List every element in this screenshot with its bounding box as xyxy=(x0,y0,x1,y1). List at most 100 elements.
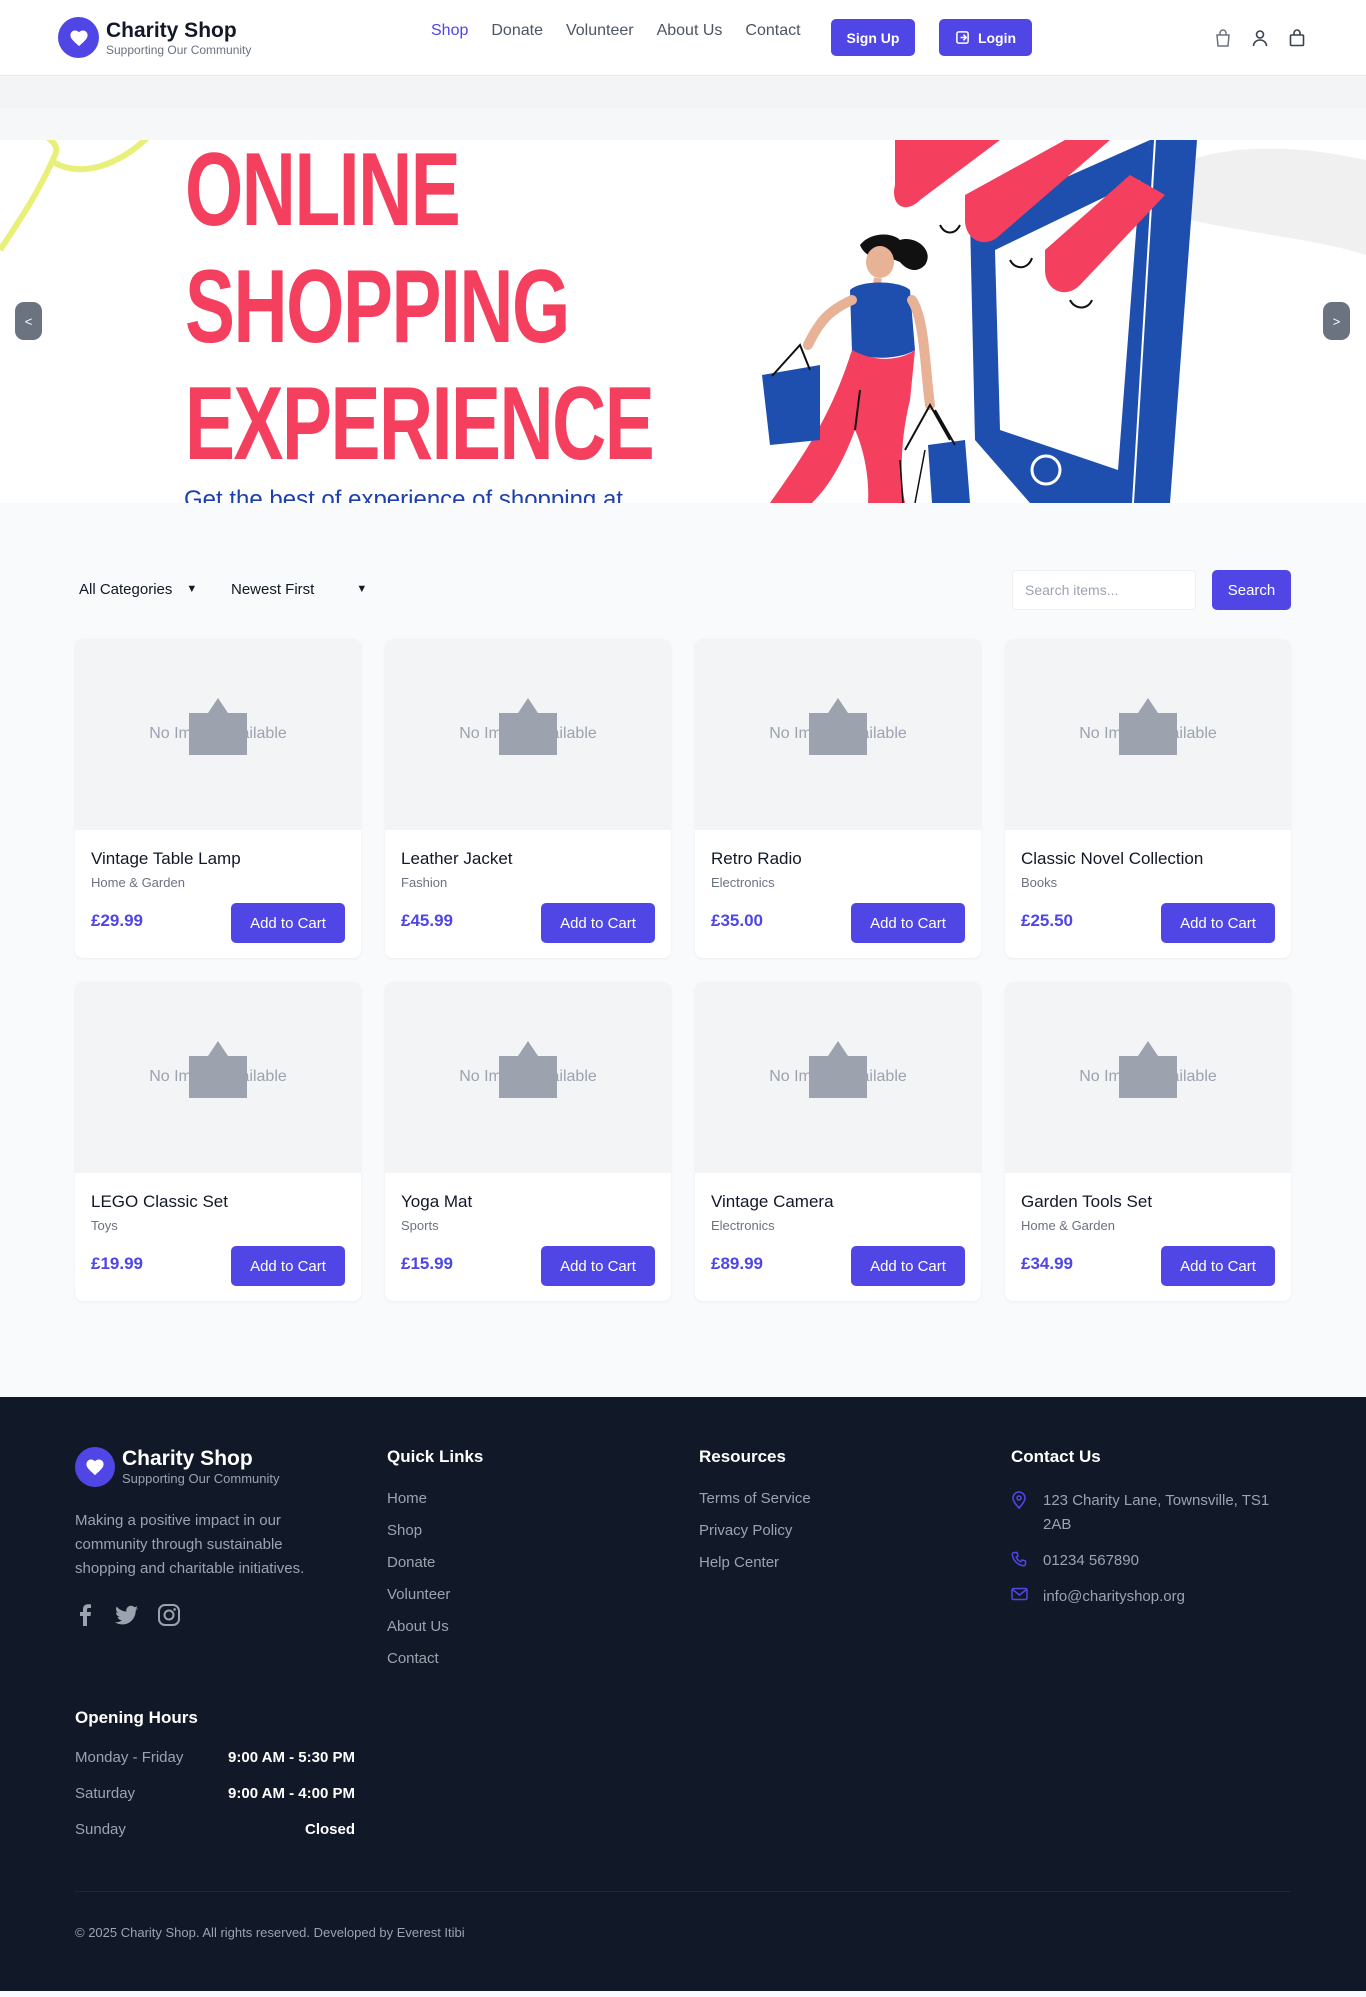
footer-link-shop[interactable]: Shop xyxy=(387,1521,450,1541)
product-price: £35.00 xyxy=(711,911,763,930)
add-to-cart-button[interactable]: Add to Cart xyxy=(231,1246,345,1286)
footer-link-contact[interactable]: Contact xyxy=(387,1649,450,1669)
product-card[interactable]: No Image Available LEGO Classic Set Toys… xyxy=(75,982,361,1301)
map-pin-icon xyxy=(1011,1489,1029,1537)
product-category: Sports xyxy=(401,1218,439,1233)
add-to-cart-button[interactable]: Add to Cart xyxy=(851,903,965,943)
instagram-icon[interactable] xyxy=(157,1603,181,1627)
hero-title-line: SHOPPING xyxy=(185,249,570,365)
brand-name: Charity Shop xyxy=(106,18,237,42)
add-to-cart-button[interactable]: Add to Cart xyxy=(541,903,655,943)
product-name[interactable]: Classic Novel Collection xyxy=(1021,849,1203,869)
image-placeholder-icon xyxy=(499,1041,557,1098)
footer-link-about-us[interactable]: About Us xyxy=(387,1617,450,1637)
carousel-next-button[interactable]: > xyxy=(1323,302,1350,340)
product-category: Home & Garden xyxy=(91,875,185,890)
hero-title: ONLINE SHOPPING EXPERIENCE xyxy=(185,140,655,483)
category-select[interactable]: All Categories ▼ xyxy=(79,576,197,602)
footer-link-donate[interactable]: Donate xyxy=(387,1553,450,1573)
image-placeholder-icon xyxy=(499,698,557,755)
sort-select-value: Newest First xyxy=(231,580,315,598)
site-footer: Charity Shop Supporting Our Community Ma… xyxy=(0,1397,1366,1991)
add-to-cart-button[interactable]: Add to Cart xyxy=(1161,903,1275,943)
brand[interactable]: Charity Shop Supporting Our Community xyxy=(58,17,251,58)
shopping-bag-icon[interactable] xyxy=(1212,27,1234,49)
product-name[interactable]: Vintage Table Lamp xyxy=(91,849,241,869)
login-button[interactable]: Login xyxy=(939,19,1032,56)
footer-brand[interactable]: Charity Shop Supporting Our Community xyxy=(75,1447,280,1487)
add-to-cart-button[interactable]: Add to Cart xyxy=(1161,1246,1275,1286)
nav-volunteer[interactable]: Volunteer xyxy=(566,20,634,42)
product-card[interactable]: No Image Available Retro Radio Electroni… xyxy=(695,639,981,958)
footer-link-volunteer[interactable]: Volunteer xyxy=(387,1585,450,1605)
product-name[interactable]: Garden Tools Set xyxy=(1021,1192,1152,1212)
facebook-icon[interactable] xyxy=(75,1603,97,1627)
contact-phone: 01234 567890 xyxy=(1011,1549,1283,1573)
phone-text[interactable]: 01234 567890 xyxy=(1043,1549,1283,1573)
product-card[interactable]: No Image Available Garden Tools Set Home… xyxy=(1005,982,1291,1301)
hero-carousel: ONLINE SHOPPING EXPERIENCE Get the best … xyxy=(0,140,1366,503)
resources-list: Terms of Service Privacy Policy Help Cen… xyxy=(699,1489,811,1585)
footer-link-home[interactable]: Home xyxy=(387,1489,450,1509)
product-image-placeholder: No Image Available xyxy=(75,982,361,1173)
social-links xyxy=(75,1603,181,1627)
twitter-icon[interactable] xyxy=(115,1603,139,1627)
login-icon xyxy=(956,31,969,44)
nav-about-us[interactable]: About Us xyxy=(657,20,723,42)
footer-description: Making a positive impact in our communit… xyxy=(75,1512,305,1577)
add-to-cart-button[interactable]: Add to Cart xyxy=(231,903,345,943)
nav-contact[interactable]: Contact xyxy=(745,20,800,42)
product-card[interactable]: No Image Available Vintage Camera Electr… xyxy=(695,982,981,1301)
sign-up-button[interactable]: Sign Up xyxy=(831,19,915,56)
hours-time: Closed xyxy=(304,1821,355,1838)
cart-icon[interactable] xyxy=(1286,27,1308,49)
product-card[interactable]: No Image Available Yoga Mat Sports £15.9… xyxy=(385,982,671,1301)
quick-links-list: Home Shop Donate Volunteer About Us Cont… xyxy=(387,1489,450,1681)
product-name[interactable]: Retro Radio xyxy=(711,849,802,869)
footer-link-privacy[interactable]: Privacy Policy xyxy=(699,1521,811,1541)
footer-link-terms[interactable]: Terms of Service xyxy=(699,1489,811,1509)
product-price: £15.99 xyxy=(401,1254,453,1273)
address-text: 123 Charity Lane, Townsville, TS1 2AB xyxy=(1043,1492,1270,1533)
product-name[interactable]: Yoga Mat xyxy=(401,1192,472,1212)
product-name[interactable]: Vintage Camera xyxy=(711,1192,834,1212)
site-header: Charity Shop Supporting Our Community Sh… xyxy=(0,0,1366,76)
search-input[interactable] xyxy=(1012,570,1196,610)
product-card[interactable]: No Image Available Classic Novel Collect… xyxy=(1005,639,1291,958)
category-select-value: All Categories xyxy=(79,580,173,598)
carousel-prev-button[interactable]: < xyxy=(15,302,42,340)
product-card[interactable]: No Image Available Vintage Table Lamp Ho… xyxy=(75,639,361,958)
copyright-text: © 2025 Charity Shop. All rights reserved… xyxy=(75,1925,465,1940)
quick-links-heading: Quick Links xyxy=(387,1447,484,1466)
product-image-placeholder: No Image Available xyxy=(75,639,361,830)
hours-time: 9:00 AM - 5:30 PM xyxy=(228,1749,355,1766)
chevron-down-icon: ▼ xyxy=(186,583,198,595)
image-placeholder-icon xyxy=(809,698,867,755)
search-button[interactable]: Search xyxy=(1212,570,1291,610)
product-image-placeholder: No Image Available xyxy=(385,982,671,1173)
hero-subtitle: Get the best of experience of shopping a… xyxy=(184,486,623,503)
contact-email: info@charityshop.org xyxy=(1011,1585,1283,1609)
footer-divider xyxy=(75,1891,1291,1892)
product-category: Home & Garden xyxy=(1021,1218,1115,1233)
product-price: £19.99 xyxy=(91,1254,143,1273)
product-category: Electronics xyxy=(711,1218,775,1233)
product-image-placeholder: No Image Available xyxy=(695,639,981,830)
footer-link-help-center[interactable]: Help Center xyxy=(699,1553,811,1573)
user-icon[interactable] xyxy=(1249,27,1271,49)
add-to-cart-button[interactable]: Add to Cart xyxy=(541,1246,655,1286)
product-name[interactable]: Leather Jacket xyxy=(401,849,513,869)
product-card[interactable]: No Image Available Leather Jacket Fashio… xyxy=(385,639,671,958)
contact-heading: Contact Us xyxy=(1011,1447,1101,1466)
hours-day: Sunday xyxy=(75,1821,126,1838)
email-text[interactable]: info@charityshop.org xyxy=(1043,1585,1283,1609)
nav-donate[interactable]: Donate xyxy=(491,20,543,42)
login-label: Login xyxy=(977,29,1017,46)
product-image-placeholder: No Image Available xyxy=(385,639,671,830)
product-name[interactable]: LEGO Classic Set xyxy=(91,1192,228,1212)
image-placeholder-icon xyxy=(1119,698,1177,755)
nav-shop[interactable]: Shop xyxy=(431,20,468,42)
sort-select[interactable]: Newest First ▼ xyxy=(231,576,367,602)
image-placeholder-icon xyxy=(189,698,247,755)
add-to-cart-button[interactable]: Add to Cart xyxy=(851,1246,965,1286)
